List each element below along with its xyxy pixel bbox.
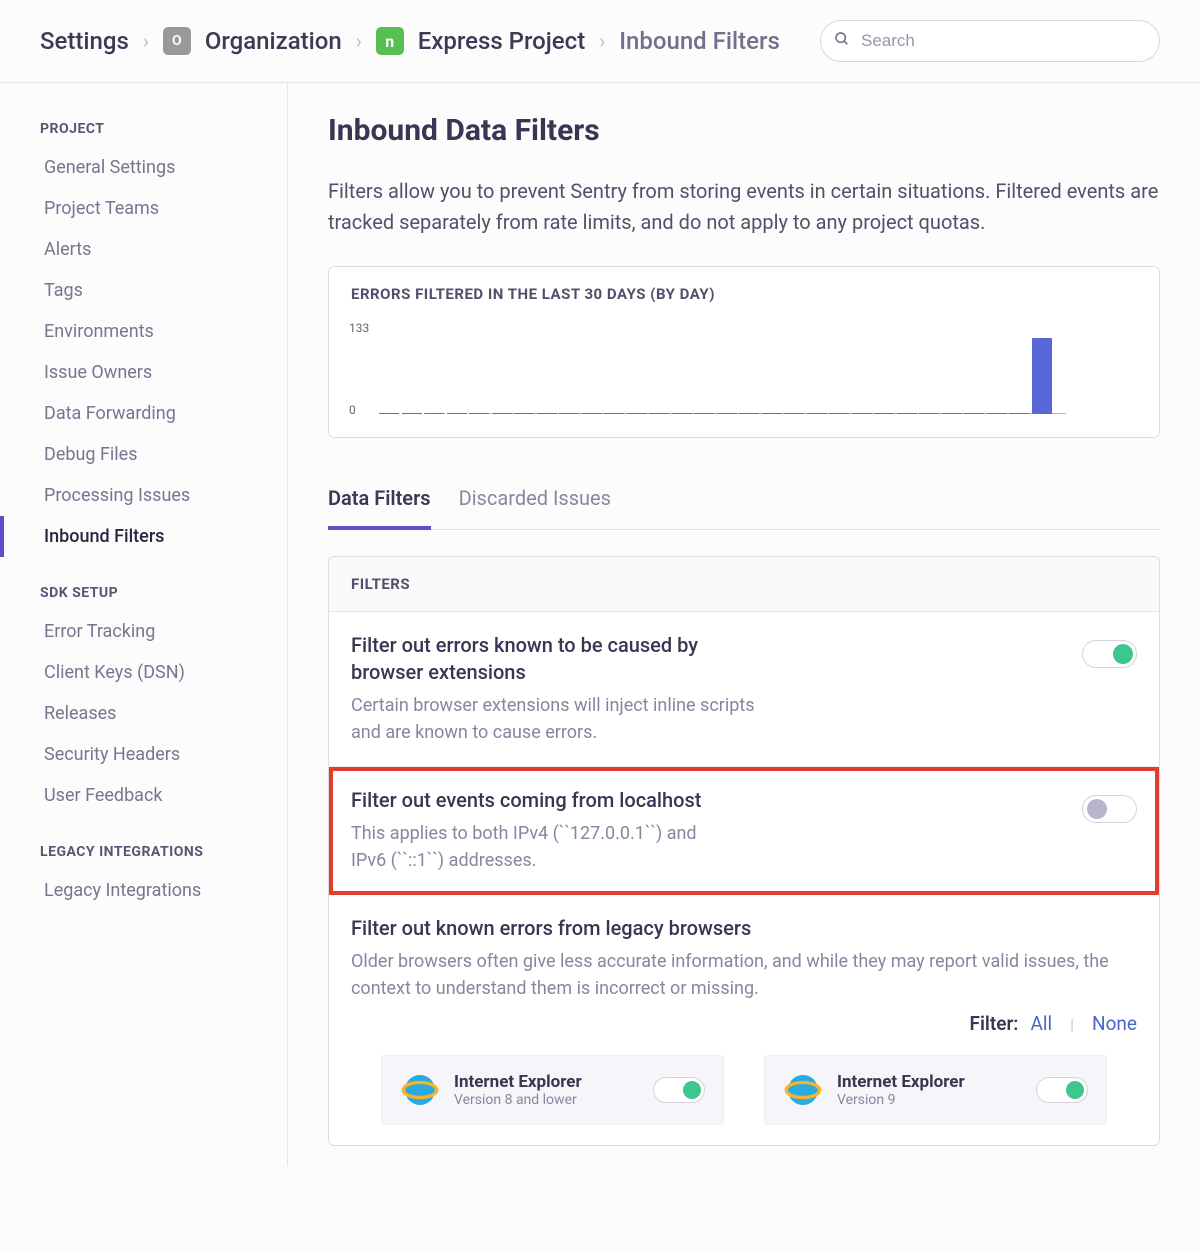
search-input[interactable] [820,20,1160,62]
chevron-right-icon: › [356,29,362,53]
sidebar-item-issue-owners[interactable]: Issue Owners [0,352,287,393]
breadcrumb-project[interactable]: Express Project [418,27,585,55]
sidebar-item-inbound-filters[interactable]: Inbound Filters [0,516,287,557]
sidebar-item-security-headers[interactable]: Security Headers [0,734,287,775]
chevron-right-icon: › [599,29,605,53]
legacy-filter-none[interactable]: None [1092,1012,1137,1035]
tab-data-filters[interactable]: Data Filters [328,476,431,530]
toggle-ie9[interactable] [1036,1077,1088,1103]
browser-card-ie8: Internet Explorer Version 8 and lower [381,1055,724,1125]
errors-filtered-panel-title: ERRORS FILTERED IN THE LAST 30 DAYS (BY … [329,267,1159,321]
filter-title: Filter out errors known to be caused by … [351,632,731,686]
filters-panel-title: FILTERS [329,557,1159,612]
search-icon [834,31,850,51]
sidebar-item-releases[interactable]: Releases [0,693,287,734]
sidebar-item-environments[interactable]: Environments [0,311,287,352]
main-content: Inbound Data Filters Filters allow you t… [288,83,1200,1166]
legacy-filter-all[interactable]: All [1030,1012,1052,1035]
sidebar-section-project: PROJECT [0,111,287,147]
breadcrumb-organization[interactable]: Organization [205,27,342,55]
filter-row-browser-extensions: Filter out errors known to be caused by … [329,612,1159,767]
sidebar-item-user-feedback[interactable]: User Feedback [0,775,287,816]
sidebar-item-debug-files[interactable]: Debug Files [0,434,287,475]
ie-icon [400,1070,440,1110]
sidebar-item-error-tracking[interactable]: Error Tracking [0,611,287,652]
browser-version: Version 9 [837,1092,1022,1108]
filters-panel: FILTERS Filter out errors known to be ca… [328,556,1160,1146]
legacy-filter-label: Filter: [970,1012,1019,1035]
toggle-localhost[interactable] [1082,795,1137,823]
sidebar-item-tags[interactable]: Tags [0,270,287,311]
page-title: Inbound Data Filters [328,113,1160,148]
sidebar-item-alerts[interactable]: Alerts [0,229,287,270]
filter-title: Filter out known errors from legacy brow… [351,915,1137,942]
browser-name: Internet Explorer [454,1072,639,1092]
errors-filtered-panel: ERRORS FILTERED IN THE LAST 30 DAYS (BY … [328,266,1160,438]
breadcrumb: Settings › O Organization › n Express Pr… [0,0,1200,83]
tab-discarded-issues[interactable]: Discarded Issues [459,476,611,530]
sidebar-section-sdk-setup: SDK SETUP [0,575,287,611]
chart-y-max: 133 [349,321,369,335]
sidebar-item-project-teams[interactable]: Project Teams [0,188,287,229]
toggle-ie8[interactable] [653,1077,705,1103]
tabs: Data Filters Discarded Issues [328,476,1160,530]
chart-y-zero: 0 [349,403,356,417]
sidebar-item-data-forwarding[interactable]: Data Forwarding [0,393,287,434]
filter-row-localhost: Filter out events coming from localhost … [329,767,1159,895]
filter-description: Older browsers often give less accurate … [351,948,1137,1002]
sidebar: PROJECT General Settings Project Teams A… [0,83,288,1166]
errors-filtered-chart: 133 0 [357,321,1139,417]
project-avatar: n [376,27,404,55]
sidebar-item-general-settings[interactable]: General Settings [0,147,287,188]
browser-version: Version 8 and lower [454,1092,639,1108]
chevron-right-icon: › [143,29,149,53]
sidebar-section-legacy: LEGACY INTEGRATIONS [0,834,287,870]
sidebar-item-client-keys[interactable]: Client Keys (DSN) [0,652,287,693]
ie-icon [783,1070,823,1110]
filter-description: This applies to both IPv4 (``127.0.0.1``… [351,820,731,874]
filter-title: Filter out events coming from localhost [351,787,917,814]
browser-name: Internet Explorer [837,1072,1022,1092]
browser-card-ie9: Internet Explorer Version 9 [764,1055,1107,1125]
page-description: Filters allow you to prevent Sentry from… [328,176,1160,238]
filter-row-legacy-browsers: Filter out known errors from legacy brow… [329,895,1159,1145]
breadcrumb-current: Inbound Filters [619,27,780,55]
org-avatar: O [163,27,191,55]
sidebar-item-legacy-integrations[interactable]: Legacy Integrations [0,870,287,911]
sidebar-item-processing-issues[interactable]: Processing Issues [0,475,287,516]
breadcrumb-settings[interactable]: Settings [40,27,129,55]
filter-description: Certain browser extensions will inject i… [351,692,771,746]
toggle-browser-extensions[interactable] [1082,640,1137,668]
